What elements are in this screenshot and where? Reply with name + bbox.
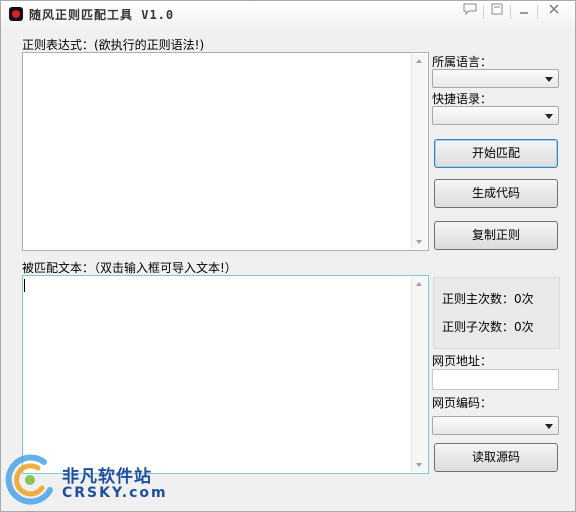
text-label: 被匹配文本：（双击输入框可导入文本!）	[22, 261, 237, 275]
encoding-label: 网页编码：	[432, 396, 493, 410]
title-bar[interactable]: 随风正则匹配工具 V1.0	[1, 1, 575, 28]
minimize-icon[interactable]	[513, 3, 535, 21]
chevron-down-icon	[545, 77, 553, 82]
regex-label: 正则表达式：(欲执行的正则语法!)	[22, 38, 205, 52]
watermark-text-cn: 非凡软件站	[62, 467, 152, 487]
app-window: 随风正则匹配工具 V1.0 正则表达式：(欲执行的正则语法!) 被匹配文本：（双…	[0, 0, 576, 512]
url-input[interactable]	[432, 369, 559, 390]
scroll-up-icon[interactable]	[416, 282, 422, 286]
chat-icon[interactable]	[459, 3, 481, 21]
shortcut-label: 快捷语录：	[432, 92, 493, 106]
chevron-down-icon	[545, 424, 553, 429]
shortcut-select[interactable]	[432, 106, 559, 125]
main-count-caption: 正则主次数：	[442, 292, 515, 306]
url-label: 网页地址：	[432, 354, 493, 368]
text-cursor	[24, 279, 25, 292]
main-count-value: 0次	[514, 292, 534, 306]
sub-count-value: 0次	[514, 320, 534, 334]
copy-regex-button[interactable]: 复制正则	[434, 221, 558, 250]
text-scrollbar[interactable]	[411, 277, 427, 472]
read-source-button[interactable]: 读取源码	[434, 443, 558, 472]
target-text-input[interactable]	[22, 275, 429, 474]
skin-icon[interactable]	[486, 3, 508, 21]
language-label: 所属语言：	[432, 55, 493, 69]
encoding-select[interactable]	[432, 416, 559, 435]
watermark-text-en: CRSKY.com	[62, 485, 168, 501]
crsky-logo-icon	[5, 454, 53, 505]
title-separator	[483, 5, 484, 19]
window-title: 随风正则匹配工具 V1.0	[29, 8, 175, 22]
title-separator	[537, 5, 538, 19]
match-stats-panel: 正则主次数：0次 正则子次数：0次	[433, 277, 560, 349]
sub-count-caption: 正则子次数：	[442, 320, 515, 334]
regex-input[interactable]	[22, 52, 429, 251]
scroll-down-icon[interactable]	[416, 463, 422, 467]
app-logo-icon	[9, 7, 23, 21]
title-separator	[510, 5, 511, 19]
chevron-down-icon	[545, 114, 553, 119]
scroll-up-icon[interactable]	[416, 59, 422, 63]
close-icon[interactable]	[543, 3, 565, 21]
language-select[interactable]	[432, 69, 559, 88]
regex-scrollbar[interactable]	[411, 54, 427, 249]
sub-count-label: 正则子次数：0次	[442, 318, 534, 335]
main-count-label: 正则主次数：0次	[442, 290, 534, 307]
start-match-button[interactable]: 开始匹配	[434, 139, 558, 168]
crsky-watermark: 非凡软件站 CRSKY.com	[0, 448, 166, 512]
generate-code-button[interactable]: 生成代码	[434, 179, 558, 208]
scroll-down-icon[interactable]	[416, 240, 422, 244]
